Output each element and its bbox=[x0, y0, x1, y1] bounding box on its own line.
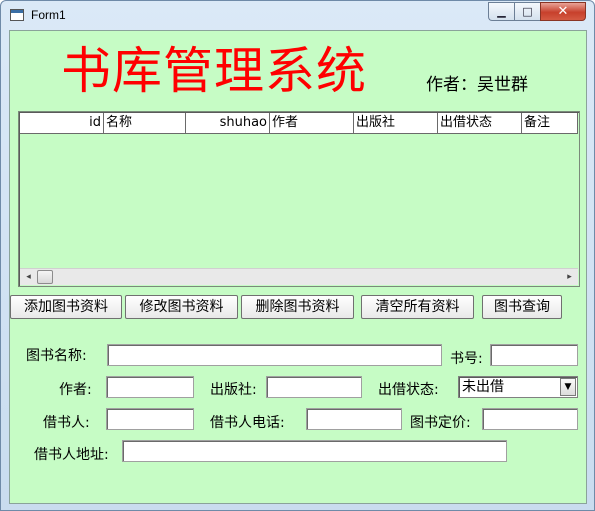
add-book-button[interactable]: 添加图书资料 bbox=[10, 295, 122, 319]
loan-status-value: 未出借 bbox=[462, 379, 504, 395]
borrower-phone-label: 借书人电话: bbox=[210, 415, 285, 431]
book-query-button[interactable]: 图书查询 bbox=[482, 295, 562, 319]
column-header-shuhao[interactable]: shuhao bbox=[186, 113, 270, 134]
app-window: Form1 ▁ □ ✕ 书库管理系统 作者：吴世群 id 名称 shuhao 作… bbox=[0, 0, 595, 511]
author-input[interactable] bbox=[106, 376, 194, 398]
loan-status-label: 出借状态: bbox=[378, 382, 439, 398]
publisher-input[interactable] bbox=[266, 376, 362, 398]
column-header-id[interactable]: id bbox=[20, 113, 104, 134]
scroll-right-arrow-icon[interactable]: ▸ bbox=[561, 269, 578, 285]
maximize-button[interactable]: □ bbox=[514, 2, 540, 21]
chevron-down-icon[interactable]: ▼ bbox=[560, 378, 576, 396]
scroll-thumb[interactable] bbox=[37, 270, 53, 284]
close-button[interactable]: ✕ bbox=[540, 2, 586, 21]
form-client-area: 书库管理系统 作者：吴世群 id 名称 shuhao 作者 出版社 出借状态 备… bbox=[9, 30, 587, 504]
publisher-label: 出版社: bbox=[210, 382, 257, 398]
column-header-loan-status[interactable]: 出借状态 bbox=[438, 113, 522, 134]
column-header-author[interactable]: 作者 bbox=[270, 113, 354, 134]
author-label: 作者：吴世群 bbox=[426, 75, 528, 95]
app-title: 书库管理系统 bbox=[61, 42, 367, 100]
window-controls: ▁ □ ✕ bbox=[488, 2, 586, 21]
book-name-input[interactable] bbox=[107, 344, 442, 366]
window-title: Form1 bbox=[31, 8, 66, 22]
column-header-name[interactable]: 名称 bbox=[104, 113, 186, 134]
minimize-button[interactable]: ▁ bbox=[488, 2, 514, 21]
delete-book-button[interactable]: 删除图书资料 bbox=[241, 295, 354, 319]
column-header-publisher[interactable]: 出版社 bbox=[354, 113, 438, 134]
book-name-label: 图书名称: bbox=[26, 348, 87, 364]
borrower-address-input[interactable] bbox=[122, 440, 507, 462]
title-bar[interactable]: Form1 ▁ □ ✕ bbox=[1, 1, 594, 29]
borrower-phone-input[interactable] bbox=[306, 408, 402, 430]
price-label: 图书定价: bbox=[410, 415, 471, 431]
borrower-address-label: 借书人地址: bbox=[34, 447, 109, 463]
loan-status-select[interactable]: 未出借 ▼ bbox=[458, 376, 578, 398]
books-grid[interactable]: id 名称 shuhao 作者 出版社 出借状态 备注 ◂ ▸ bbox=[18, 111, 580, 287]
borrower-input[interactable] bbox=[106, 408, 194, 430]
book-no-input[interactable] bbox=[490, 344, 578, 366]
scroll-left-arrow-icon[interactable]: ◂ bbox=[20, 269, 37, 285]
clear-all-button[interactable]: 清空所有资料 bbox=[361, 295, 474, 319]
grid-header: id 名称 shuhao 作者 出版社 出借状态 备注 bbox=[20, 113, 578, 134]
price-input[interactable] bbox=[482, 408, 578, 430]
book-no-label: 书号: bbox=[450, 351, 483, 367]
column-header-notes[interactable]: 备注 bbox=[522, 113, 578, 134]
window-icon bbox=[10, 9, 24, 21]
author-field-label: 作者: bbox=[59, 382, 92, 398]
edit-book-button[interactable]: 修改图书资料 bbox=[125, 295, 238, 319]
horizontal-scrollbar[interactable]: ◂ ▸ bbox=[20, 268, 578, 285]
borrower-label: 借书人: bbox=[43, 415, 90, 431]
